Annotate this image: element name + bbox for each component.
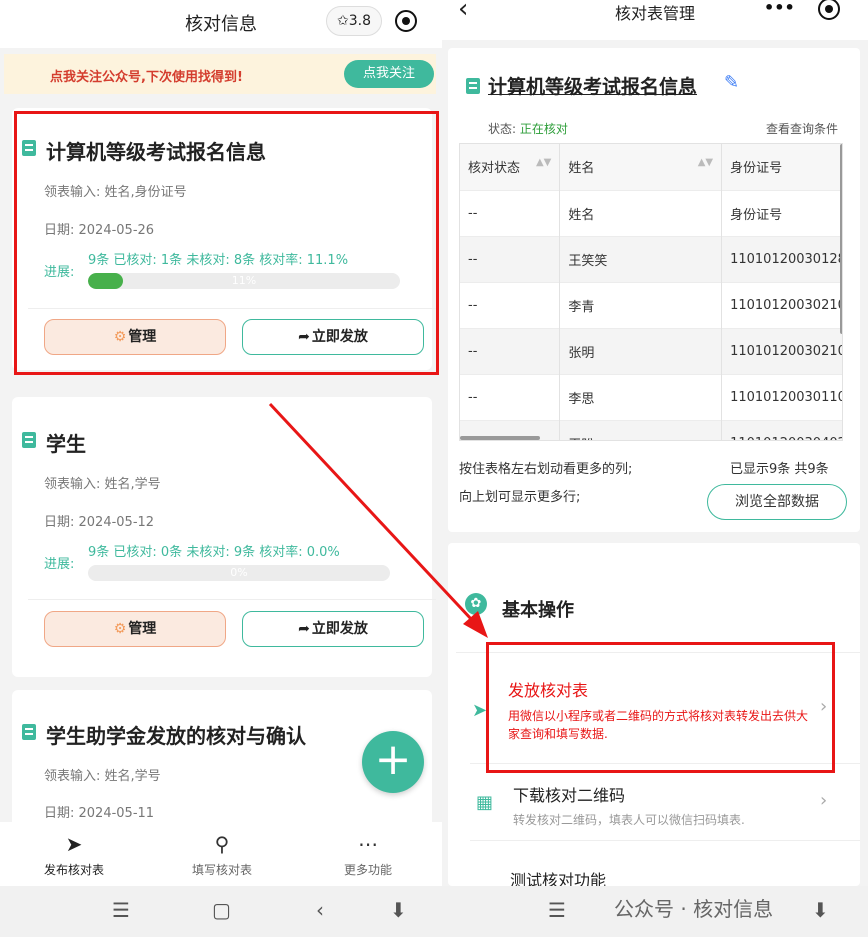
watermark: 公众号 · 核对信息 [614, 897, 774, 921]
menu-lines-icon[interactable]: ☰ [112, 898, 130, 922]
home-square-icon[interactable]: ▢ [212, 898, 231, 922]
menu-lines-icon[interactable]: ☰ [548, 898, 566, 922]
arrow-line [268, 402, 474, 622]
arrow-overlay [268, 402, 488, 638]
back-chevron-icon[interactable]: ‹ [316, 898, 324, 922]
download-icon[interactable]: ⬇ [812, 898, 829, 922]
download-icon[interactable]: ⬇ [390, 898, 407, 922]
